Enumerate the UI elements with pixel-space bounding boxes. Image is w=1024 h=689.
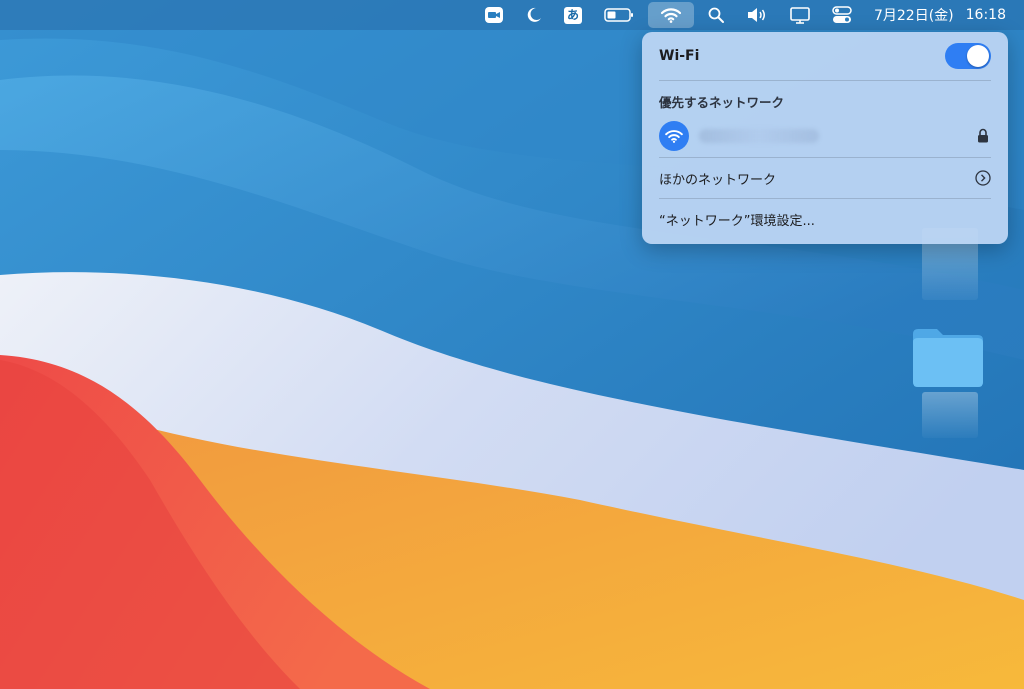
network-wifi-icon bbox=[659, 121, 689, 151]
wifi-icon bbox=[660, 8, 681, 23]
preferred-network-item[interactable] bbox=[659, 115, 991, 157]
wifi-toggle[interactable] bbox=[945, 43, 991, 69]
volume-icon[interactable] bbox=[738, 2, 776, 28]
other-networks-item[interactable]: ほかのネットワーク bbox=[659, 158, 991, 198]
input-method-label: あ bbox=[563, 6, 582, 24]
menubar-time[interactable]: 16:18 bbox=[966, 7, 1006, 23]
preferred-networks-heading: 優先するネットワーク bbox=[659, 81, 991, 117]
wifi-dropdown-menu: Wi-Fi 優先するネットワーク ほかのネットワーク “ネットワーク”環境設定.… bbox=[642, 32, 1008, 244]
wifi-title: Wi-Fi bbox=[659, 48, 700, 64]
network-preferences-item[interactable]: “ネットワーク”環境設定... bbox=[659, 199, 991, 239]
folder-reflection bbox=[922, 392, 978, 438]
battery-icon[interactable] bbox=[596, 2, 642, 28]
input-method-icon[interactable]: あ bbox=[556, 2, 590, 28]
menubar-date[interactable]: 7月22日(金) bbox=[874, 5, 954, 25]
zoom-app-icon[interactable] bbox=[476, 2, 512, 28]
wifi-header: Wi-Fi bbox=[659, 32, 991, 80]
network-preferences-label: “ネットワーク”環境設定... bbox=[659, 213, 815, 229]
search-icon[interactable] bbox=[700, 2, 732, 28]
moon-icon[interactable] bbox=[518, 2, 550, 28]
lock-icon bbox=[978, 128, 988, 143]
preferred-networks-label: 優先するネットワーク bbox=[659, 94, 785, 110]
chevron-right-circle-icon bbox=[975, 170, 991, 186]
other-networks-label: ほかのネットワーク bbox=[659, 172, 777, 188]
wifi-menu-button[interactable] bbox=[647, 2, 694, 28]
folder-icon[interactable] bbox=[911, 326, 985, 388]
menu-bar: あ 7月22日(金) 16:18 bbox=[0, 0, 1024, 30]
control-center-icon[interactable] bbox=[824, 2, 860, 28]
network-name-blurred bbox=[699, 129, 819, 143]
display-icon[interactable] bbox=[782, 2, 818, 28]
toggle-knob bbox=[967, 45, 989, 67]
